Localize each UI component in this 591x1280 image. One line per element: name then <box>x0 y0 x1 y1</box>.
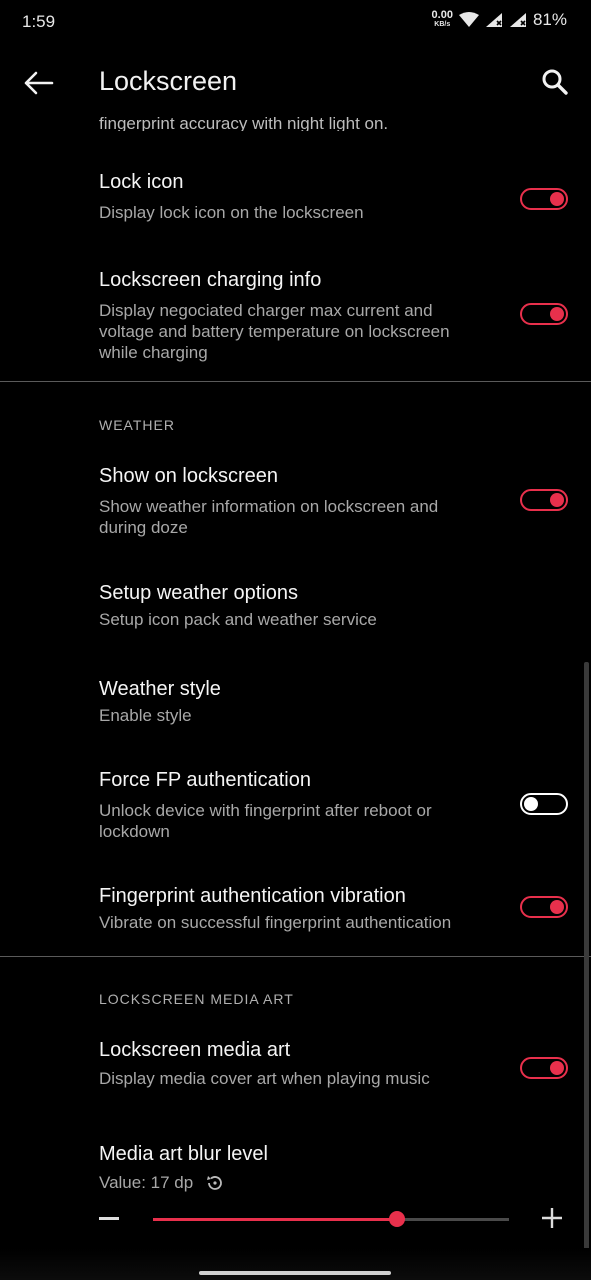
summary-line: voltage and battery temperature on locks… <box>99 322 450 341</box>
summary-line: during doze <box>99 518 188 537</box>
search-icon[interactable] <box>539 66 571 98</box>
pref-title: Show on lockscreen <box>99 465 278 487</box>
divider <box>0 956 591 957</box>
pref-summary: Display negociated charger max current a… <box>99 300 499 363</box>
pref-show-weather[interactable]: Show on lockscreen Show weather informat… <box>99 465 499 538</box>
pref-lock-icon[interactable]: Lock icon Display lock icon on the locks… <box>99 171 499 223</box>
reset-icon[interactable] <box>205 1173 225 1193</box>
blur-slider-fill <box>153 1218 397 1221</box>
status-icons: 0.00 KB/s 81% <box>432 10 567 30</box>
page-title: Lockscreen <box>99 66 238 96</box>
section-header-weather: WEATHER <box>99 417 175 433</box>
net-speed-value: 0.00 <box>431 9 453 21</box>
pref-title: Fingerprint authentication vibration <box>99 885 406 907</box>
back-arrow-icon[interactable] <box>22 66 56 100</box>
fp-vibration-toggle[interactable] <box>520 896 568 918</box>
pref-summary: Setup icon pack and weather service <box>99 610 377 629</box>
blur-value: Value: 17 dp <box>99 1173 194 1192</box>
decrease-button[interactable] <box>99 1217 119 1220</box>
pref-title: Setup weather options <box>99 582 299 604</box>
charging-info-toggle[interactable] <box>520 303 568 325</box>
summary-line: Unlock device with fingerprint after reb… <box>99 801 432 820</box>
pref-value-row: Value: 17 dp <box>99 1172 499 1193</box>
pref-charging-info[interactable]: Lockscreen charging info Display negocia… <box>99 269 499 363</box>
pref-title: Lockscreen media art <box>99 1039 291 1061</box>
pref-summary: Show weather information on lockscreen a… <box>99 496 499 538</box>
pref-summary: Display lock icon on the lockscreen <box>99 203 364 222</box>
signal-1-icon <box>485 13 502 27</box>
force-fp-toggle[interactable] <box>520 793 568 815</box>
pref-title: Lockscreen charging info <box>99 269 322 291</box>
pref-force-fp[interactable]: Force FP authentication Unlock device wi… <box>99 769 499 842</box>
cut-off-summary: fingerprint accuracy with night light on… <box>99 114 389 131</box>
pref-title: Force FP authentication <box>99 769 311 791</box>
blur-slider-thumb[interactable] <box>388 1211 405 1227</box>
wifi-icon <box>458 12 479 27</box>
pref-weather-options[interactable]: Setup weather options Setup icon pack an… <box>99 582 499 630</box>
summary-line: while charging <box>99 343 208 362</box>
pref-blur-level: Media art blur level Value: 17 dp <box>99 1143 499 1193</box>
increase-button[interactable] <box>541 1207 563 1229</box>
signal-2-icon <box>509 13 526 27</box>
media-art-toggle[interactable] <box>520 1057 568 1079</box>
pref-summary: Unlock device with fingerprint after reb… <box>99 800 499 842</box>
section-header-media-art: LOCKSCREEN MEDIA ART <box>99 991 294 1007</box>
status-time: 1:59 <box>22 12 56 31</box>
pref-title: Media art blur level <box>99 1143 268 1165</box>
show-weather-toggle[interactable] <box>520 489 568 511</box>
summary-line: lockdown <box>99 822 170 841</box>
summary-line: Show weather information on lockscreen a… <box>99 497 439 516</box>
divider <box>0 381 591 382</box>
summary-line: Display negociated charger max current a… <box>99 301 433 320</box>
gesture-nav-bar[interactable] <box>199 1271 391 1275</box>
net-speed: 0.00 KB/s <box>431 9 453 29</box>
pref-summary: Enable style <box>99 706 192 725</box>
pref-title: Weather style <box>99 678 221 700</box>
scrollbar[interactable] <box>584 662 589 1258</box>
bottom-fade <box>0 1248 591 1280</box>
pref-fp-vibration[interactable]: Fingerprint authentication vibration Vib… <box>99 885 519 933</box>
pref-media-art[interactable]: Lockscreen media art Display media cover… <box>99 1039 499 1089</box>
pref-summary: Display media cover art when playing mus… <box>99 1069 430 1088</box>
pref-summary: Vibrate on successful fingerprint authen… <box>99 913 452 932</box>
lock-icon-toggle[interactable] <box>520 188 568 210</box>
pref-title: Lock icon <box>99 171 184 193</box>
net-speed-unit: KB/s <box>434 21 451 28</box>
pref-weather-style[interactable]: Weather style Enable style <box>99 678 499 726</box>
battery-percent: 81% <box>532 10 567 29</box>
